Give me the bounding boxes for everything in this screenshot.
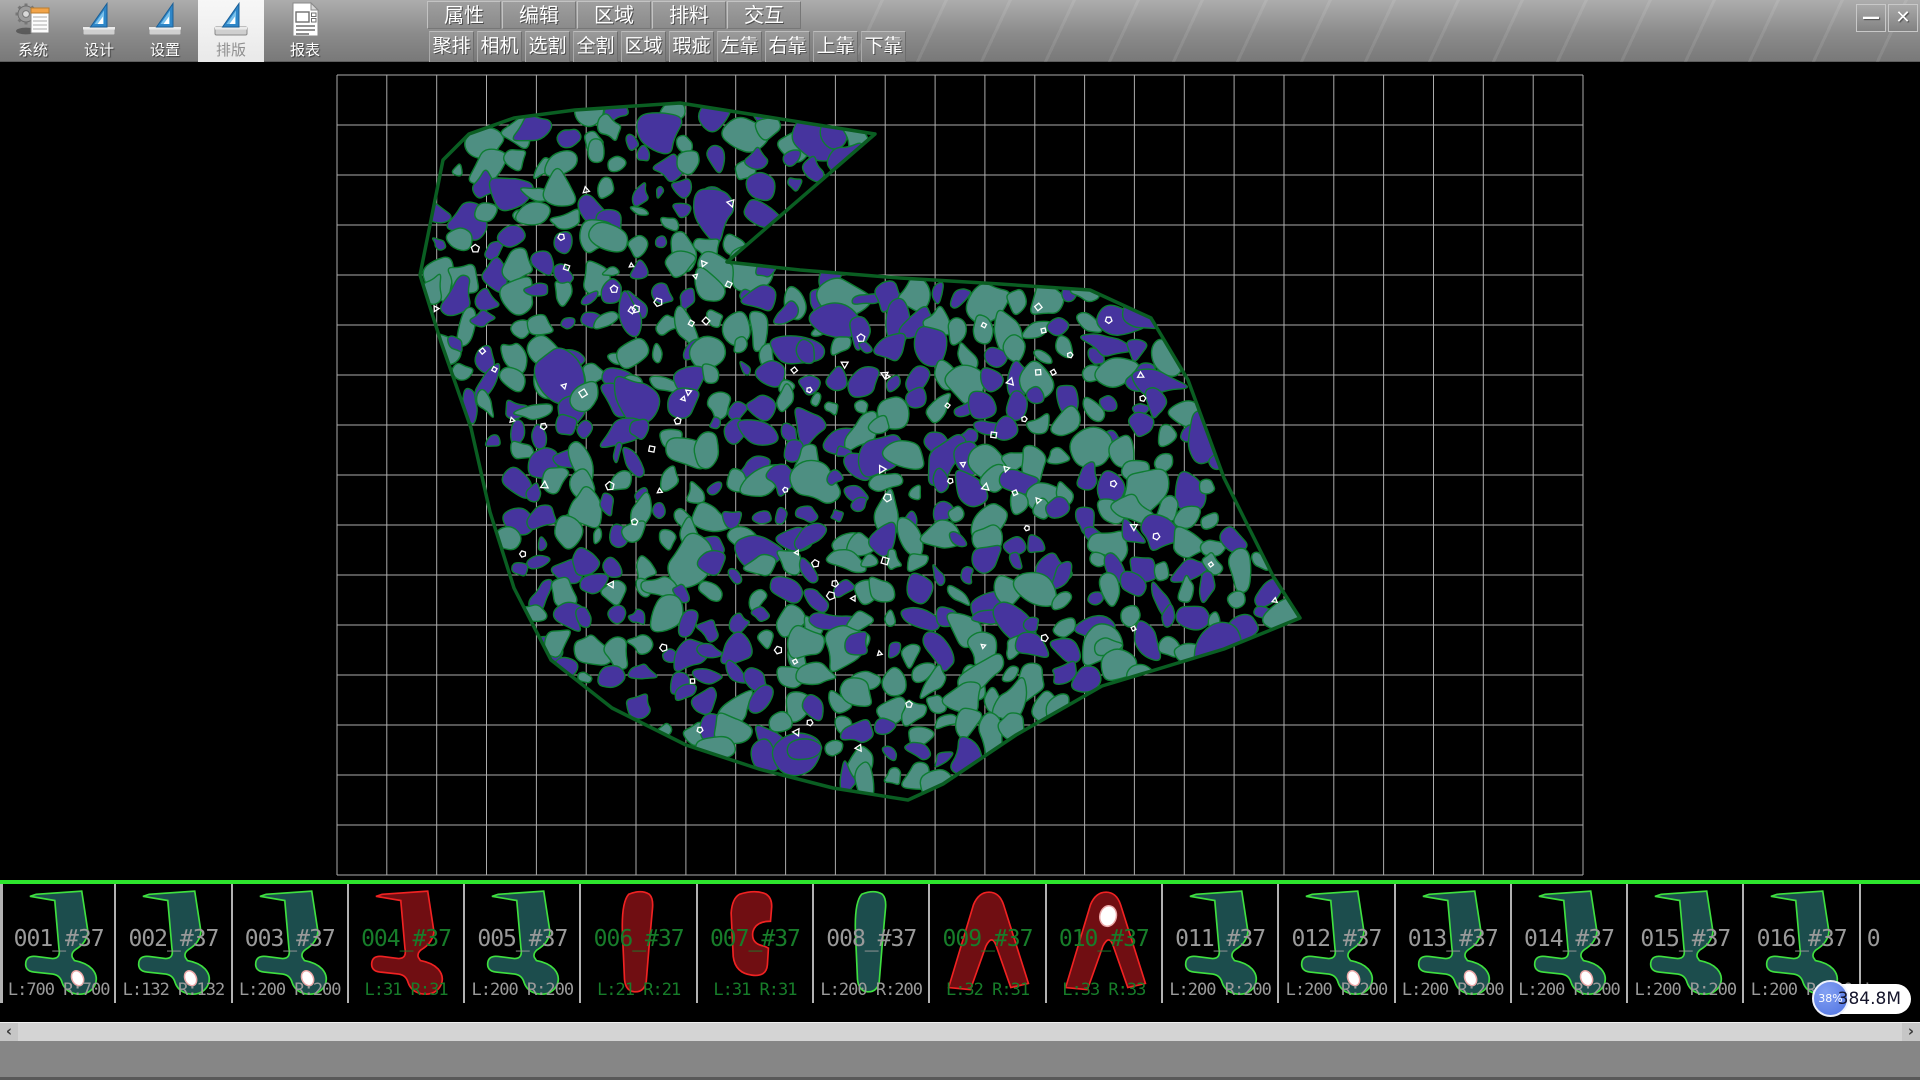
menu-tab-3[interactable]: 区域 [577,1,651,29]
toolbar-button-settings[interactable]: 设置 [132,0,198,62]
toolbar-button-label: 系统 [18,40,48,60]
application-window: 系统设计设置排版报表 属性编辑区域排料交互 聚排相机选割全割区域瑕疵左靠右靠上靠… [0,0,1920,1080]
set-square-icon [81,1,117,39]
thumbnail-cell-010_#37[interactable]: 010_#37L:33 R:33 [1047,884,1163,1003]
toolbar-button-label: 设计 [84,40,114,60]
thumbnail-cell-007_#37[interactable]: 007_#37L:31 R:31 [698,884,814,1003]
action-button-9[interactable]: 上靠 [813,31,858,62]
toolbar: 系统设计设置排版报表 属性编辑区域排料交互 聚排相机选割全割区域瑕疵左靠右靠上靠… [0,0,1920,62]
toolbar-button-report[interactable]: 报表 [272,0,338,62]
menu-tab-5[interactable]: 交互 [727,1,801,29]
action-button-bar: 聚排相机选割全割区域瑕疵左靠右靠上靠下靠 [429,31,909,62]
thumbnail-cell-015_#37[interactable]: 015_#37L:200 R:200 [1628,884,1744,1003]
toolbar-button-nesting[interactable]: 排版 [198,0,264,62]
minimize-icon: — [1862,9,1880,27]
action-button-5[interactable]: 区域 [621,31,666,62]
thumbnail-cell-013_#37[interactable]: 013_#37L:200 R:200 [1396,884,1512,1003]
report-icon [287,1,323,39]
thumbnail-cell-002_#37[interactable]: 002_#37L:132 R:132 [116,884,232,1003]
action-button-7[interactable]: 左靠 [717,31,762,62]
menu-tab-2[interactable]: 编辑 [502,1,576,29]
status-bar [0,1041,1920,1077]
scroll-left-button[interactable]: ‹ [0,1023,18,1042]
piece-name: 0 [1861,926,1888,952]
close-icon: ✕ [1895,9,1910,27]
toolbar-button-system[interactable]: 系统 [0,0,66,62]
close-button[interactable]: ✕ [1888,4,1918,32]
toolbar-button-label: 报表 [290,40,320,60]
action-button-8[interactable]: 右靠 [765,31,810,62]
progress-indicator: 38% 384.8M [1814,984,1911,1014]
toolbar-button-label: 排版 [216,40,246,60]
action-button-4[interactable]: 全割 [573,31,618,62]
toolbar-button-design[interactable]: 设计 [66,0,132,62]
thumbnail-cell-008_#37[interactable]: 008_#37L:200 R:200 [814,884,930,1003]
menu-tab-1[interactable]: 属性 [427,1,501,29]
nesting-canvas[interactable] [0,62,1920,882]
thumbnail-cell-001_#37[interactable]: 001_#37L:700 R:700 [0,884,116,1003]
menu-tab-4[interactable]: 排料 [652,1,726,29]
toolbar-button-label: 设置 [150,40,180,60]
thumbnail-cell-003_#37[interactable]: 003_#37L:200 R:200 [233,884,349,1003]
action-button-3[interactable]: 选割 [525,31,570,62]
toolbar-decoration [820,0,1920,62]
thumbnail-cell-004_#37[interactable]: 004_#37L:31 R:31 [349,884,465,1003]
thumbnail-cell-014_#37[interactable]: 014_#37L:200 R:200 [1512,884,1628,1003]
gear-notebook-icon [15,1,51,39]
thumbnail-cell-005_#37[interactable]: 005_#37L:200 R:200 [465,884,581,1003]
set-square-icon [147,1,183,39]
set-square-icon [213,1,249,39]
action-button-1[interactable]: 聚排 [429,31,474,62]
canvas-svg [0,62,1920,882]
horizontal-scrollbar[interactable]: ‹ › [0,1022,1920,1041]
piece-thumbnail-strip: 001_#37L:700 R:700002_#37L:132 R:132003_… [0,880,1920,1003]
scroll-right-button[interactable]: › [1902,1023,1920,1042]
action-button-2[interactable]: 相机 [477,31,522,62]
memory-usage: 384.8M [1838,989,1901,1009]
thumbnail-cell-011_#37[interactable]: 011_#37L:200 R:200 [1163,884,1279,1003]
thumbnail-cell-009_#37[interactable]: 009_#37L:32 R:31 [930,884,1046,1003]
menu-tab-bar: 属性编辑区域排料交互 [427,1,802,30]
thumbnail-cell-006_#37[interactable]: 006_#37L:21 R:21 [581,884,697,1003]
action-button-10[interactable]: 下靠 [861,31,906,62]
action-button-6[interactable]: 瑕疵 [669,31,714,62]
thumbnail-cell-012_#37[interactable]: 012_#37L:200 R:200 [1279,884,1395,1003]
minimize-button[interactable]: — [1856,4,1886,32]
